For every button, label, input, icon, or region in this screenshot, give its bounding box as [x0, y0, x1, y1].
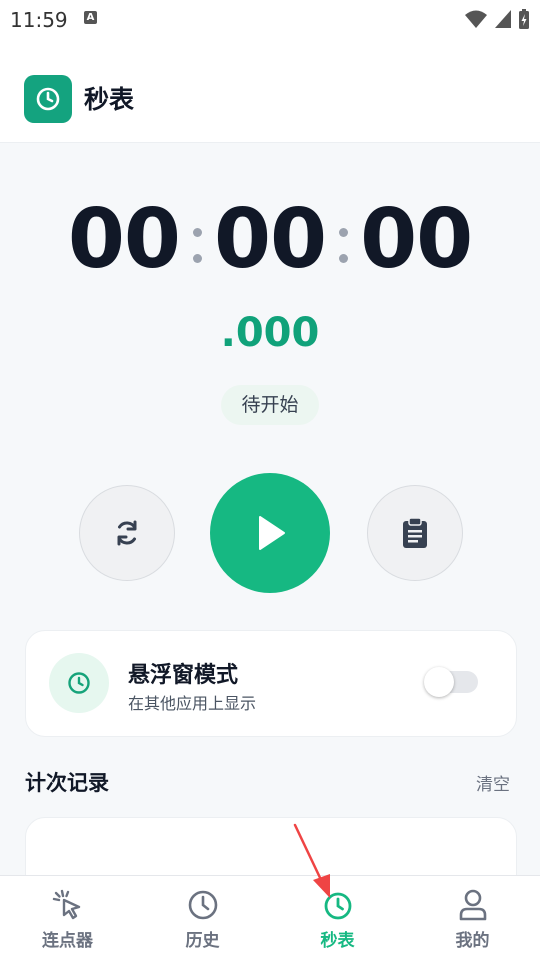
status-icons — [464, 8, 530, 30]
clear-records-button[interactable]: 清空 — [476, 770, 510, 795]
floating-window-icon-wrap — [49, 653, 109, 713]
nav-label: 我的 — [455, 931, 490, 951]
signal-icon — [495, 10, 511, 28]
clock-icon — [188, 890, 217, 920]
timer-seconds: 00 — [360, 192, 473, 287]
timer-separator — [334, 210, 352, 270]
notification-badge: A — [84, 11, 97, 24]
status-time: 11:59 — [10, 8, 68, 32]
nav-item-history[interactable]: 历史 — [135, 876, 270, 961]
wifi-icon — [465, 10, 487, 28]
nav-label: 秒表 — [320, 931, 355, 951]
cursor-click-icon — [52, 889, 80, 920]
nav-label: 连点器 — [42, 931, 93, 951]
clipboard-icon — [403, 517, 427, 548]
reset-button[interactable] — [79, 485, 175, 581]
timer-separator — [188, 210, 206, 270]
timer-display: 00 00 00 — [0, 190, 540, 290]
floating-window-subtitle: 在其他应用上显示 — [128, 694, 257, 713]
timer-minutes: 00 — [213, 192, 327, 287]
refresh-icon — [117, 520, 137, 546]
user-icon — [459, 889, 486, 921]
nav-label: 历史 — [185, 931, 220, 951]
battery-icon — [519, 9, 529, 29]
nav-item-clicker[interactable]: 连点器 — [0, 876, 135, 961]
clock-icon — [68, 672, 90, 694]
floating-window-title: 悬浮窗模式 — [128, 663, 239, 688]
floating-window-toggle[interactable] — [424, 667, 478, 697]
start-button[interactable] — [210, 473, 330, 593]
clock-icon — [36, 87, 60, 111]
play-icon — [259, 516, 285, 550]
app-bar: 秒表 — [0, 36, 540, 143]
nav-item-profile[interactable]: 我的 — [405, 876, 540, 961]
status-bar: 11:59 A — [0, 0, 540, 36]
timer-milliseconds: .000 — [220, 310, 320, 356]
annotation-arrow-icon — [293, 823, 330, 898]
bottom-nav: 连点器 历史 秒表 我的 — [0, 875, 540, 961]
page-title: 秒表 — [84, 85, 135, 114]
floating-window-card: 悬浮窗模式 在其他应用上显示 — [25, 630, 517, 737]
lap-records-title: 计次记录 — [25, 771, 109, 795]
app-logo — [24, 75, 72, 123]
lap-record-button[interactable] — [367, 485, 463, 581]
toggle-knob — [424, 667, 454, 697]
timer-hours: 00 — [67, 192, 181, 287]
timer-status-badge: 待开始 — [221, 385, 319, 425]
